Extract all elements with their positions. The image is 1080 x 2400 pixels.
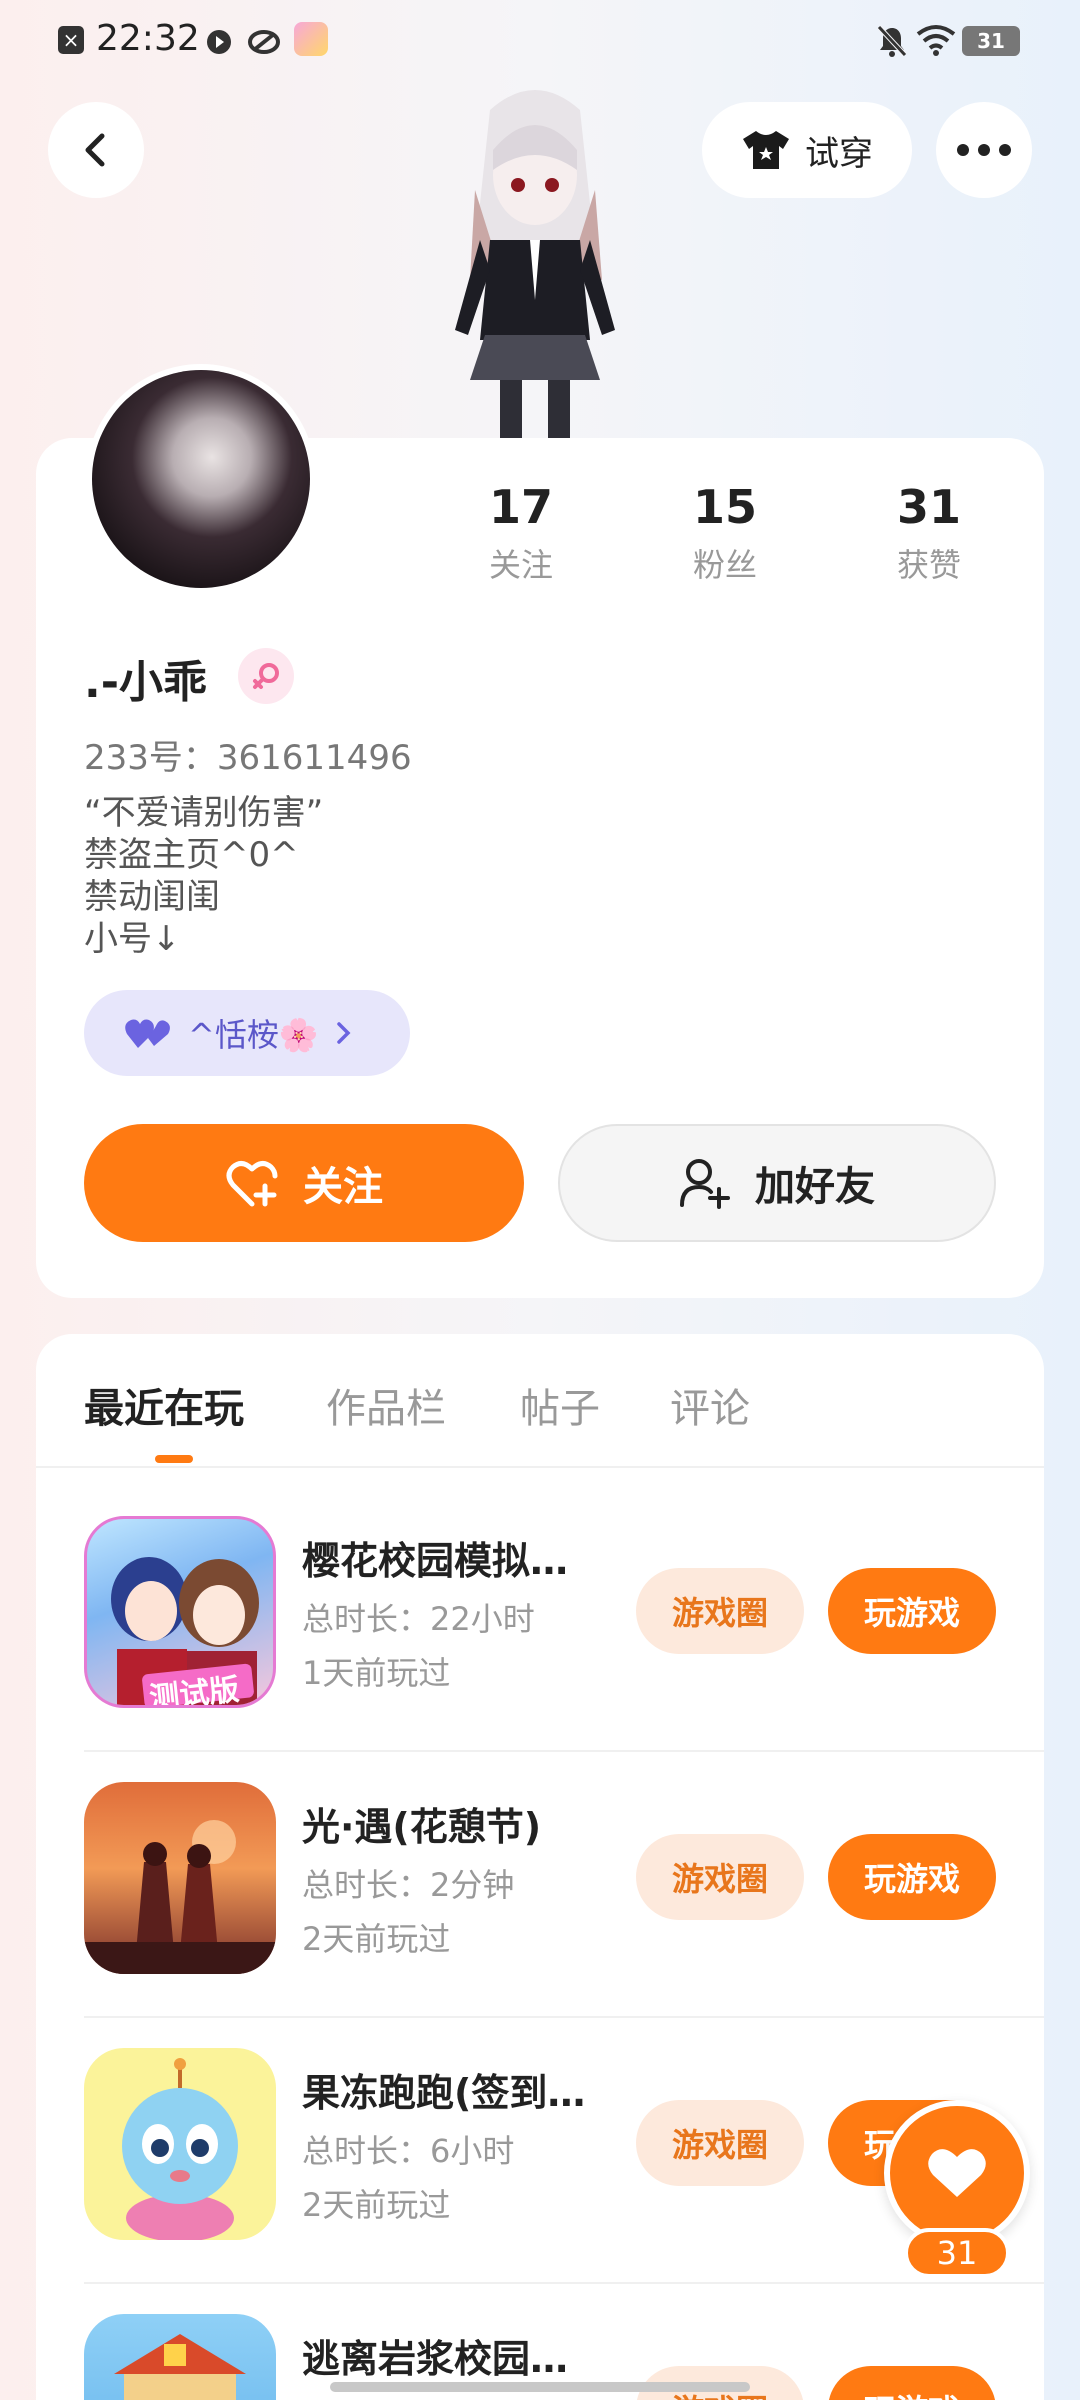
gender-female-badge [238, 648, 294, 704]
add-friend-button[interactable]: 加好友 [558, 1124, 996, 1242]
stat-followers[interactable]: 15 粉丝 [650, 480, 800, 586]
add-friend-label: 加好友 [755, 1164, 875, 1210]
play-game-button[interactable]: 玩游戏 [828, 1834, 996, 1920]
like-button[interactable] [884, 2100, 1030, 2246]
chevron-right-icon [336, 1022, 351, 1044]
wifi-icon [916, 25, 956, 56]
username: .-小乖 [84, 657, 207, 708]
bio-line: 禁动闺闺 [84, 877, 220, 917]
battery-indicator: 31 [962, 26, 1020, 56]
likes-count: 31 [896, 480, 961, 534]
avatar-image [92, 370, 310, 588]
game-app-icon [294, 22, 328, 56]
relationship-name: ^恬桉🌸 [188, 1016, 319, 1054]
user-id: 233号：361611496 [84, 738, 412, 778]
bio-line: 禁盗主页^0^ [84, 835, 299, 875]
heart-icon [928, 2149, 986, 2197]
try-on-label: 试穿 [805, 133, 873, 174]
game-duration: 总时长：22小时 [302, 1600, 535, 1638]
app-notification-icon [248, 30, 280, 54]
tab-works[interactable]: 作品栏 [326, 1376, 446, 1434]
bio-line: “不爱请别伤害” [84, 793, 324, 833]
play-game-button[interactable]: 玩游戏 [828, 2366, 996, 2400]
tab-recently-played[interactable]: 最近在玩 [84, 1376, 244, 1434]
heart-plus-icon [226, 1161, 278, 1207]
game-icon-sakura: 测试版 [84, 1516, 276, 1708]
game-circle-button[interactable]: 游戏圈 [636, 1834, 804, 1920]
sky-characters-image [84, 1820, 276, 1974]
tshirt-icon [743, 131, 789, 169]
status-bar: × 22:32 31 [0, 0, 1080, 84]
tab-comments[interactable]: 评论 [670, 1376, 750, 1434]
mute-bell-icon [877, 25, 907, 57]
more-options-button[interactable] [936, 102, 1032, 198]
bio-line: 小号↓ [84, 919, 181, 959]
lava-school-image [114, 2334, 246, 2400]
game-title: 逃离岩浆校园… [302, 2337, 569, 2381]
game-last-played: 2天前玩过 [302, 2186, 451, 2224]
tab-active-indicator [155, 1455, 193, 1463]
chevron-left-icon [85, 133, 105, 167]
follow-label: 关注 [303, 1164, 383, 1210]
bio: “不爱请别伤害” 禁盗主页^0^ 禁动闺闺 小号↓ [84, 792, 323, 960]
like-count-badge: 31 [904, 2228, 1010, 2278]
more-dots-icon [957, 144, 1011, 156]
game-title: 光·遇(花憩节) [302, 1805, 542, 1849]
relationship-chip[interactable]: ^恬桉🌸 [84, 990, 410, 1076]
divider [84, 2282, 1044, 2284]
back-button[interactable] [48, 102, 144, 198]
try-on-button[interactable]: 试穿 [702, 102, 912, 198]
profile-avatar[interactable] [86, 364, 316, 594]
home-indicator[interactable] [330, 2382, 750, 2392]
game-duration: 总时长：2分钟 [302, 1866, 515, 1904]
likes-label: 获赞 [896, 546, 961, 584]
tab-posts[interactable]: 帖子 [520, 1376, 600, 1434]
game-title: 果冻跑跑(签到… [302, 2071, 586, 2115]
game-circle-button[interactable]: 游戏圈 [636, 1568, 804, 1654]
game-last-played: 1天前玩过 [302, 1654, 451, 1692]
stat-likes[interactable]: 31 获赞 [854, 480, 1004, 586]
character-avatar-figure [455, 90, 615, 440]
game-icon-sky [84, 1782, 276, 1974]
list-item[interactable]: 光·遇(花憩节) 总时长：2分钟 2天前玩过 游戏圈 玩游戏 [84, 1782, 1044, 2048]
close-notification-icon: × [58, 26, 84, 54]
game-duration: 总时长：6小时 [302, 2132, 515, 2170]
divider [84, 1750, 1044, 1752]
followers-label: 粉丝 [692, 546, 757, 584]
divider [84, 2016, 1044, 2018]
following-label: 关注 [488, 546, 553, 584]
list-item[interactable]: 测试版 樱花校园模拟… 总时长：22小时 1天前玩过 游戏圈 玩游戏 [84, 1516, 1044, 1782]
jelly-character-image [122, 2058, 238, 2240]
status-time: 22:32 [96, 18, 200, 59]
play-game-button[interactable]: 玩游戏 [828, 1568, 996, 1654]
game-title: 樱花校园模拟… [302, 1539, 569, 1583]
game-icon-lava [84, 2314, 276, 2400]
stat-following[interactable]: 17 关注 [446, 480, 596, 586]
game-circle-button[interactable]: 游戏圈 [636, 2100, 804, 2186]
play-icon [207, 30, 231, 54]
double-heart-icon [125, 1019, 170, 1048]
female-symbol-icon [253, 663, 279, 689]
follow-button[interactable]: 关注 [84, 1124, 524, 1242]
game-last-played: 2天前玩过 [302, 1920, 451, 1958]
add-user-icon [680, 1159, 730, 1209]
following-count: 17 [488, 480, 553, 534]
divider [36, 1466, 1044, 1468]
game-icon-jelly [84, 2048, 276, 2240]
followers-count: 15 [692, 480, 757, 534]
